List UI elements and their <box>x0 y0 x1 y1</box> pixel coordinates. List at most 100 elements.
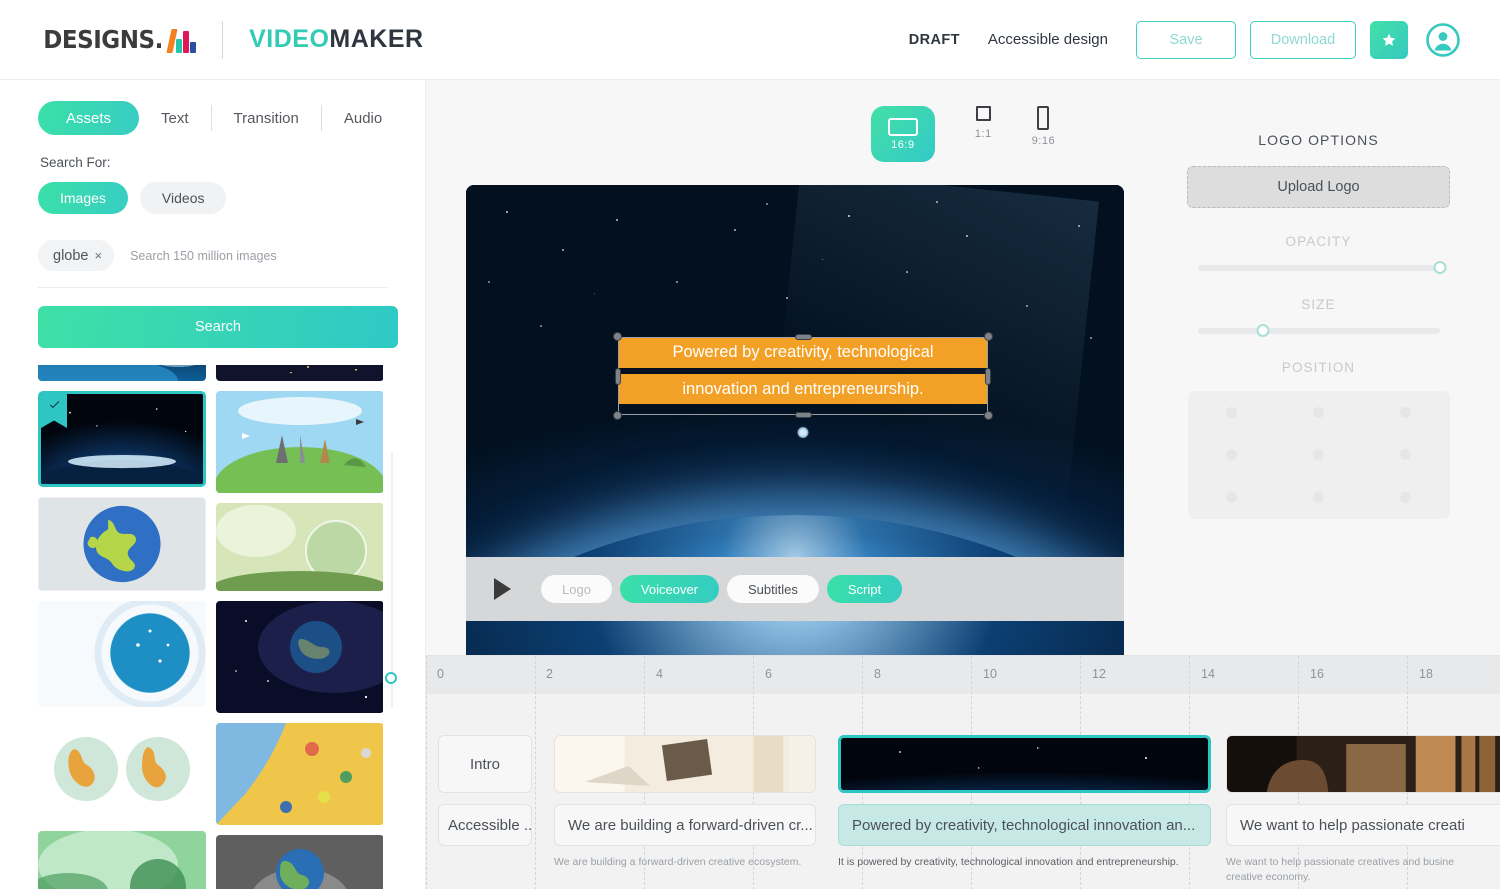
ratio-16-9-label: 16:9 <box>891 138 915 151</box>
workshop-maker-image <box>1227 736 1500 792</box>
download-button[interactable]: Download <box>1250 20 1356 59</box>
earth-in-galaxy-image <box>216 601 383 713</box>
size-slider-knob[interactable] <box>1256 324 1270 337</box>
ruler-tick: 8 <box>874 667 881 681</box>
ruler-tick: 14 <box>1201 667 1215 681</box>
pill-images[interactable]: Images <box>38 182 128 214</box>
video-canvas-shell: Powered by creativity, technological inn… <box>466 185 1124 695</box>
assets-scrollbar-handle[interactable] <box>385 672 397 684</box>
opacity-label: OPACITY <box>1285 234 1352 249</box>
painted-world-map-image <box>216 723 383 825</box>
resize-handle-top-left[interactable] <box>613 332 622 341</box>
position-label: POSITION <box>1281 360 1356 375</box>
ruler-tick: 4 <box>656 667 663 681</box>
scene-text[interactable]: We want to help passionate creati <box>1226 804 1500 846</box>
resize-handle-top-center[interactable] <box>795 334 812 340</box>
scene-text[interactable]: Powered by creativity, technological inn… <box>838 804 1211 846</box>
toggle-logo[interactable]: Logo <box>541 575 612 603</box>
save-button[interactable]: Save <box>1136 20 1236 59</box>
search-for-label: Search For: <box>40 155 111 170</box>
search-input[interactable]: Search 150 million images <box>130 249 277 263</box>
position-bottom-center[interactable] <box>1312 492 1324 504</box>
intro-card[interactable]: Intro <box>438 735 532 793</box>
position-top-left[interactable] <box>1225 406 1237 418</box>
asset-thumbnail[interactable] <box>216 503 383 591</box>
asset-thumbnail[interactable] <box>216 601 383 713</box>
assets-scrollbar-track[interactable] <box>391 452 393 707</box>
asset-thumbnail[interactable] <box>216 835 383 889</box>
asset-thumbnail-selected[interactable] <box>38 391 206 487</box>
pill-videos[interactable]: Videos <box>139 182 227 214</box>
asset-thumbnail[interactable] <box>216 365 383 381</box>
rect-tall-icon <box>1037 106 1050 132</box>
scene-thumbnail[interactable] <box>554 735 816 793</box>
position-middle-left[interactable] <box>1225 449 1237 461</box>
query-chip-globe[interactable]: globe × <box>38 240 115 271</box>
digital-globe-image <box>38 601 206 707</box>
asset-thumbnail[interactable] <box>216 391 383 493</box>
brand-logo[interactable]: DESIGNS. VIDEO MAKER <box>38 20 424 59</box>
brand-designs-text: DESIGNS. <box>43 25 163 54</box>
position-middle-center[interactable] <box>1312 449 1324 461</box>
ratio-16-9-button[interactable]: 16:9 <box>870 106 935 162</box>
asset-thumbnail[interactable] <box>38 497 206 591</box>
ruler-tick: 12 <box>1092 667 1106 681</box>
tab-assets[interactable]: Assets <box>38 101 140 135</box>
scene-thumbnail[interactable] <box>838 735 1211 793</box>
asset-thumbnail[interactable] <box>38 365 206 381</box>
position-grid <box>1187 391 1450 519</box>
resize-handle-middle-right[interactable] <box>985 368 991 385</box>
brand-video-text: VIDEO <box>249 25 330 53</box>
resize-handle-middle-left[interactable] <box>615 368 621 385</box>
scene-thumbnail[interactable] <box>1226 735 1500 793</box>
selection-border <box>618 337 988 415</box>
brand-maker-text: MAKER <box>329 25 424 53</box>
asset-thumbnail[interactable] <box>38 717 206 821</box>
rect-wide-icon <box>887 117 918 136</box>
position-bottom-left[interactable] <box>1225 492 1237 504</box>
position-top-center[interactable] <box>1312 406 1324 418</box>
hands-holding-earth-image <box>216 835 383 889</box>
workspace-laptop-image <box>555 736 815 792</box>
intro-title-card[interactable]: Accessible ... <box>438 804 532 846</box>
scene-text[interactable]: We are building a forward-driven cr... <box>554 804 816 846</box>
app-header: DESIGNS. VIDEO MAKER DRAFT Accessible de… <box>0 0 1500 80</box>
opacity-slider-knob[interactable] <box>1433 261 1446 274</box>
tab-transition[interactable]: Transition <box>212 101 321 135</box>
toggle-voiceover[interactable]: Voiceover <box>619 575 720 603</box>
position-bottom-right[interactable] <box>1400 492 1412 504</box>
asset-results-grid <box>38 365 383 889</box>
upload-logo-button[interactable]: Upload Logo <box>1187 166 1450 208</box>
resize-handle-bottom-right[interactable] <box>984 411 993 420</box>
avatar-button[interactable] <box>1426 22 1460 57</box>
toggle-subtitles[interactable]: Subtitles <box>727 575 819 603</box>
tab-text[interactable]: Text <box>139 101 211 135</box>
search-button[interactable]: Search <box>38 306 398 348</box>
canvas-text-selection[interactable]: Powered by creativity, technological inn… <box>613 332 993 440</box>
opacity-slider[interactable] <box>1197 261 1446 274</box>
header-actions: DRAFT Accessible design Save Download <box>909 20 1460 59</box>
project-title[interactable]: Accessible design <box>988 31 1108 48</box>
position-top-right[interactable] <box>1400 406 1412 418</box>
star-button[interactable] <box>1370 20 1408 59</box>
tab-audio[interactable]: Audio <box>322 101 404 135</box>
resize-handle-top-right[interactable] <box>984 332 993 341</box>
size-slider[interactable] <box>1197 324 1440 337</box>
resize-handle-bottom-left[interactable] <box>613 411 622 420</box>
ratio-9-16-button[interactable]: 9:16 <box>1032 106 1055 147</box>
play-icon[interactable] <box>494 578 511 600</box>
resize-handle-bottom-center[interactable] <box>795 412 812 418</box>
asset-thumbnail[interactable] <box>38 601 206 707</box>
close-icon[interactable]: × <box>94 248 102 263</box>
asset-type-toggle: Images Videos <box>38 182 425 214</box>
asset-thumbnail[interactable] <box>216 723 383 825</box>
globe-vector-image <box>39 498 205 590</box>
timeline: 0 2 4 6 8 10 12 14 16 18 Intro Accessibl… <box>426 655 1500 889</box>
ratio-1-1-button[interactable]: 1:1 <box>975 106 992 140</box>
rotate-handle-icon[interactable] <box>795 425 811 440</box>
asset-thumbnail[interactable] <box>38 831 206 889</box>
position-middle-right[interactable] <box>1400 449 1412 461</box>
video-canvas[interactable]: Powered by creativity, technological inn… <box>466 185 1124 695</box>
timeline-ruler[interactable]: 0 2 4 6 8 10 12 14 16 18 <box>426 656 1500 694</box>
toggle-script[interactable]: Script <box>826 575 903 603</box>
